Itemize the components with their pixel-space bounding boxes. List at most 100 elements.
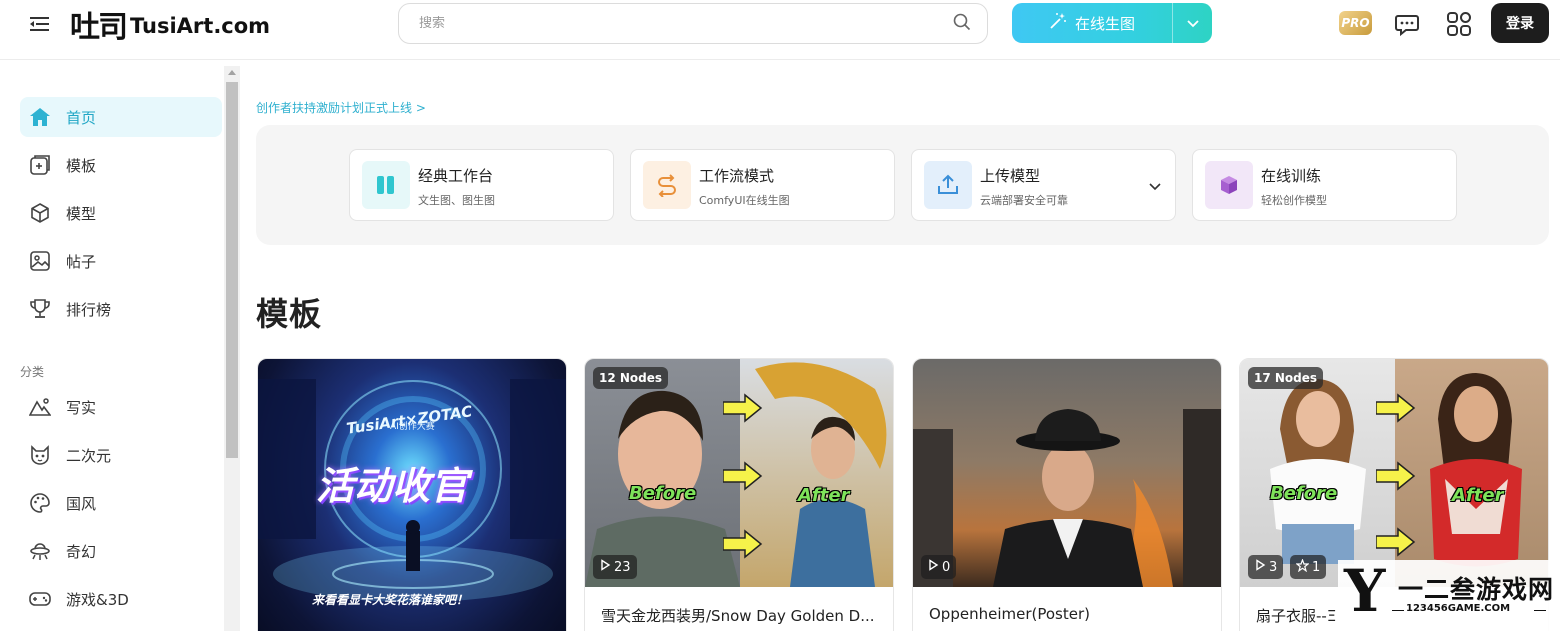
- arrow-right-icon: [1376, 461, 1416, 491]
- sidebar-item-label: 模型: [66, 204, 97, 223]
- upload-icon: [924, 161, 972, 209]
- quick-action-title: 在线训练: [1261, 167, 1322, 185]
- run-count: 0: [942, 559, 951, 575]
- sidebar-item-models[interactable]: 模型: [20, 193, 222, 233]
- home-icon: [28, 105, 52, 129]
- logo-cn-text: 吐司: [70, 10, 128, 45]
- run-count-badge: 23: [593, 555, 637, 579]
- watermark-divider: [1392, 610, 1404, 611]
- run-count: 3: [1269, 559, 1278, 575]
- template-card-snow-golden-dragon[interactable]: Before After 12 Nodes 23 雪天金龙西装男/Snow Da…: [584, 358, 894, 631]
- search-box[interactable]: [398, 3, 988, 44]
- sidebar-scrollbar[interactable]: [224, 66, 240, 631]
- sidebar-item-label: 游戏&3D: [66, 590, 129, 609]
- magic-wand-icon: [1049, 12, 1067, 34]
- sidebar-item-realistic[interactable]: 写实: [20, 387, 222, 427]
- search-input[interactable]: [419, 16, 953, 31]
- sidebar-item-label: 奇幻: [66, 542, 97, 561]
- arrow-right-icon: [723, 529, 763, 559]
- card-image-before-after: Before After 17 Nodes 3 1: [1240, 359, 1548, 587]
- star-icon: [1295, 557, 1310, 576]
- card-title: 雪天金龙西装男/Snow Day Golden D...: [601, 607, 875, 625]
- menu-collapse-icon[interactable]: [28, 12, 52, 36]
- sidebar-item-label: 帖子: [66, 252, 97, 271]
- before-label: Before: [629, 483, 697, 504]
- scrollbar-thumb[interactable]: [226, 82, 238, 458]
- columns-icon: [362, 161, 410, 209]
- nodes-badge: 17 Nodes: [1248, 367, 1324, 389]
- sidebar-item-chinese-style[interactable]: 国风: [20, 483, 222, 523]
- watermark-en-text: 123456GAME.COM: [1406, 603, 1511, 614]
- sidebar-item-label: 国风: [66, 494, 97, 513]
- sidebar-item-label: 写实: [66, 398, 97, 417]
- quick-action-title: 上传模型: [980, 167, 1041, 185]
- top-header: 吐司 TusiArt.com 在线生图 PRO 登录: [0, 0, 1560, 60]
- watermark-cn-text: 一二叁游戏网: [1398, 575, 1555, 604]
- message-icon[interactable]: [1393, 10, 1421, 38]
- card-image-before-after: Before After 12 Nodes 23: [585, 359, 893, 587]
- sidebar-item-home[interactable]: 首页: [20, 97, 222, 137]
- poster-main-text: 活动收官: [316, 464, 469, 508]
- login-button[interactable]: 登录: [1491, 3, 1549, 43]
- online-generate-label: 在线生图: [1074, 14, 1135, 33]
- sidebar-item-anime[interactable]: 二次元: [20, 435, 222, 475]
- online-generate-button-group: 在线生图: [1012, 3, 1212, 43]
- arrow-right-icon: [723, 393, 763, 423]
- site-watermark: Y 一二叁游戏网 123456GAME.COM: [1338, 560, 1560, 631]
- sidebar: 首页 模板 模型 帖子 排行榜 分类 写实 二次元 国风 奇幻 游戏&3D: [0, 61, 240, 631]
- quick-action-subtitle: 云端部署安全可靠: [980, 194, 1068, 207]
- logo-en-text: TusiArt.com: [130, 14, 271, 38]
- sidebar-item-fantasy[interactable]: 奇幻: [20, 531, 222, 571]
- workflow-icon: [643, 161, 691, 209]
- watermark-letter: Y: [1344, 557, 1386, 625]
- arrow-right-icon: [1376, 393, 1416, 423]
- quick-action-subtitle: 文生图、图生图: [418, 194, 495, 207]
- template-card-oppenheimer[interactable]: 0 Oppenheimer(Poster): [912, 358, 1222, 631]
- ufo-icon: [28, 539, 52, 563]
- generate-dropdown-button[interactable]: [1172, 3, 1212, 43]
- quick-action-workflow-mode[interactable]: 工作流模式 ComfyUI在线生图: [630, 149, 895, 221]
- play-icon: [1254, 559, 1266, 575]
- before-label: Before: [1270, 483, 1338, 504]
- apps-grid-icon[interactable]: [1445, 10, 1473, 38]
- quick-action-classic-workbench[interactable]: 经典工作台 文生图、图生图: [349, 149, 614, 221]
- sidebar-item-templates[interactable]: 模板: [20, 145, 222, 185]
- poster-bottom-text: 来看看显卡大奖花落谁家吧！: [312, 593, 469, 607]
- chevron-down-icon[interactable]: [1149, 177, 1161, 196]
- quick-action-title: 经典工作台: [418, 167, 494, 185]
- image-icon: [28, 249, 52, 273]
- play-icon: [599, 559, 611, 575]
- after-label: After: [1452, 485, 1504, 506]
- quick-actions-panel: 经典工作台 文生图、图生图 工作流模式 ComfyUI在线生图 上传模型 云端部…: [256, 125, 1549, 245]
- sidebar-item-leaderboard[interactable]: 排行榜: [20, 289, 222, 329]
- scroll-up-arrow-icon[interactable]: [228, 70, 236, 75]
- box-icon: [1205, 161, 1253, 209]
- online-generate-button[interactable]: 在线生图: [1012, 3, 1172, 43]
- play-icon: [927, 559, 939, 575]
- templates-section-title: 模板: [256, 295, 323, 333]
- quick-action-subtitle: ComfyUI在线生图: [699, 194, 790, 207]
- sidebar-item-posts[interactable]: 帖子: [20, 241, 222, 281]
- category-section-label: 分类: [20, 365, 45, 379]
- mountain-icon: [28, 395, 52, 419]
- cube-icon: [28, 201, 52, 225]
- star-count-badge: 1: [1290, 555, 1327, 579]
- cat-face-icon: [28, 443, 52, 467]
- sidebar-item-label: 二次元: [66, 446, 112, 465]
- template-icon: [28, 153, 52, 177]
- star-count: 1: [1312, 559, 1321, 575]
- template-card-event[interactable]: TusiArt×ZOTAC AI创作大赛 活动收官 来看看显卡大奖花落谁家吧！: [257, 358, 567, 631]
- run-count: 23: [614, 559, 631, 575]
- quick-action-upload-model[interactable]: 上传模型 云端部署安全可靠: [911, 149, 1176, 221]
- creator-program-notice-link[interactable]: 创作者扶持激励计划正式上线 >: [256, 99, 426, 116]
- quick-action-title: 工作流模式: [699, 167, 775, 185]
- trophy-icon: [28, 297, 52, 321]
- site-logo[interactable]: 吐司 TusiArt.com: [70, 4, 271, 45]
- sidebar-item-games-3d[interactable]: 游戏&3D: [20, 579, 222, 619]
- sidebar-item-label: 排行榜: [66, 300, 112, 319]
- pro-badge[interactable]: PRO: [1339, 11, 1372, 35]
- watermark-divider: [1534, 610, 1546, 611]
- search-icon[interactable]: [953, 13, 971, 35]
- quick-action-online-training[interactable]: 在线训练 轻松创作模型: [1192, 149, 1457, 221]
- palette-icon: [28, 491, 52, 515]
